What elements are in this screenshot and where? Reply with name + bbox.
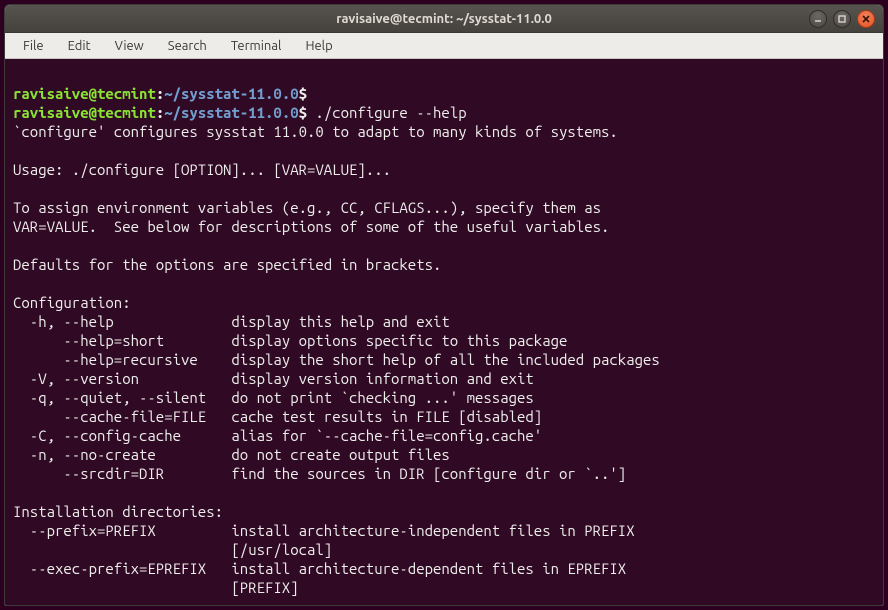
close-icon xyxy=(861,14,871,24)
prompt-dollar: $ xyxy=(299,85,307,102)
terminal-line: Configuration: xyxy=(13,293,875,312)
terminal-line: Usage: ./configure [OPTION]... [VAR=VALU… xyxy=(13,160,875,179)
terminal-line: Installation directories: xyxy=(13,502,875,521)
menu-terminal[interactable]: Terminal xyxy=(221,36,292,56)
minimize-button[interactable] xyxy=(809,10,827,28)
menu-search[interactable]: Search xyxy=(158,36,217,56)
terminal-line: -V, --version display version informatio… xyxy=(13,369,875,388)
terminal-line: ravisaive@tecmint:~/sysstat-11.0.0$ xyxy=(13,84,875,103)
titlebar: ravisaive@tecmint: ~/sysstat-11.0.0 xyxy=(5,5,883,33)
terminal-line: Defaults for the options are specified i… xyxy=(13,255,875,274)
terminal-line: -C, --config-cache alias for `--cache-fi… xyxy=(13,426,875,445)
terminal-area[interactable]: ravisaive@tecmint:~/sysstat-11.0.0$ ravi… xyxy=(5,59,883,605)
menu-file[interactable]: File xyxy=(13,36,54,56)
terminal-line xyxy=(13,179,875,198)
terminal-line: `configure' configures sysstat 11.0.0 to… xyxy=(13,122,875,141)
window-title: ravisaive@tecmint: ~/sysstat-11.0.0 xyxy=(5,12,883,26)
maximize-icon xyxy=(837,14,847,24)
terminal-line: To assign environment variables (e.g., C… xyxy=(13,198,875,217)
terminal-line: --srcdir=DIR find the sources in DIR [co… xyxy=(13,464,875,483)
prompt-colon: : xyxy=(156,85,164,102)
prompt-colon: : xyxy=(156,104,164,121)
prompt-path: ~/sysstat-11.0.0 xyxy=(164,104,298,121)
terminal-line: --help=recursive display the short help … xyxy=(13,350,875,369)
terminal-line: -q, --quiet, --silent do not print `chec… xyxy=(13,388,875,407)
terminal-line xyxy=(13,483,875,502)
terminal-window: ravisaive@tecmint: ~/sysstat-11.0.0 File… xyxy=(4,4,884,606)
terminal-line: -h, --help display this help and exit xyxy=(13,312,875,331)
window-controls xyxy=(809,10,883,28)
command-text xyxy=(307,85,315,102)
terminal-line: [PREFIX] xyxy=(13,578,875,597)
prompt-userhost: ravisaive@tecmint xyxy=(13,85,156,102)
terminal-line: VAR=VALUE. See below for descriptions of… xyxy=(13,217,875,236)
terminal-line: ravisaive@tecmint:~/sysstat-11.0.0$ ./co… xyxy=(13,103,875,122)
terminal-line: --cache-file=FILE cache test results in … xyxy=(13,407,875,426)
terminal-line xyxy=(13,597,875,605)
maximize-button[interactable] xyxy=(833,10,851,28)
terminal-line xyxy=(13,236,875,255)
close-button[interactable] xyxy=(857,10,875,28)
terminal-line xyxy=(13,65,875,84)
terminal-line xyxy=(13,141,875,160)
prompt-userhost: ravisaive@tecmint xyxy=(13,104,156,121)
menubar: File Edit View Search Terminal Help xyxy=(5,33,883,59)
terminal-line: [/usr/local] xyxy=(13,540,875,559)
terminal-line: --help=short display options specific to… xyxy=(13,331,875,350)
prompt-dollar: $ xyxy=(299,104,307,121)
menu-edit[interactable]: Edit xyxy=(58,36,101,56)
terminal-line: --prefix=PREFIX install architecture-ind… xyxy=(13,521,875,540)
terminal-line: -n, --no-create do not create output fil… xyxy=(13,445,875,464)
prompt-path: ~/sysstat-11.0.0 xyxy=(164,85,298,102)
terminal-content: ravisaive@tecmint:~/sysstat-11.0.0$ ravi… xyxy=(13,65,875,605)
terminal-line: --exec-prefix=EPREFIX install architectu… xyxy=(13,559,875,578)
menu-view[interactable]: View xyxy=(105,36,154,56)
minimize-icon xyxy=(813,14,823,24)
terminal-line xyxy=(13,274,875,293)
menu-help[interactable]: Help xyxy=(295,36,342,56)
command-text: ./configure --help xyxy=(307,104,467,121)
